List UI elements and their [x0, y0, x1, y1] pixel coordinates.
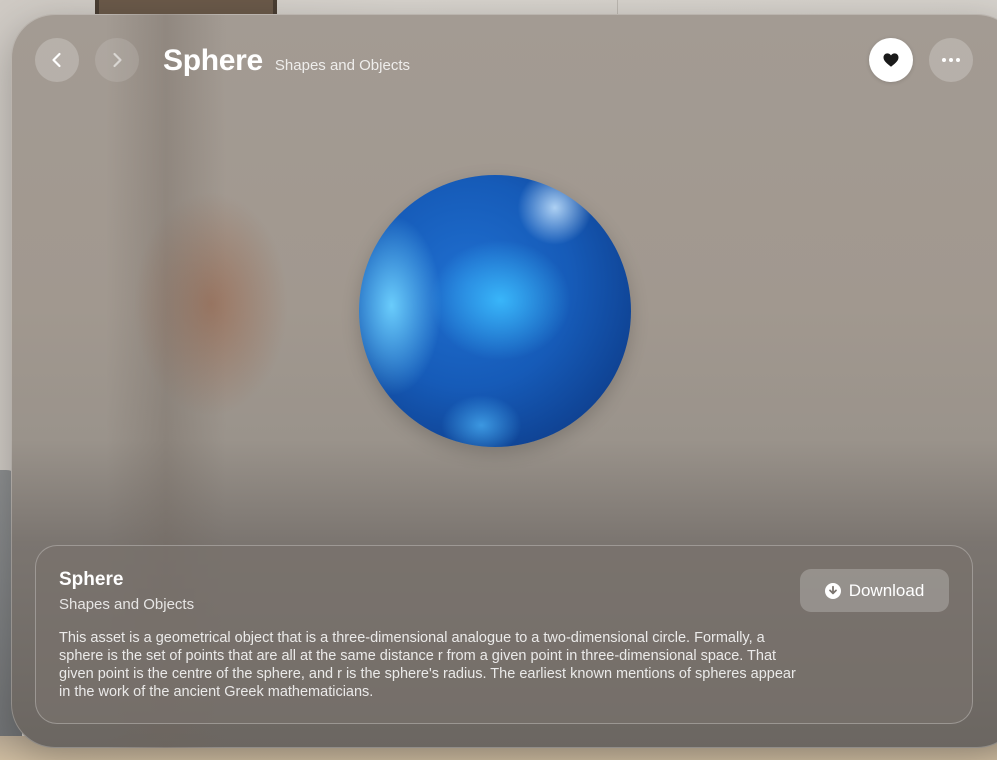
- ellipsis-icon: [942, 58, 960, 62]
- favorite-button[interactable]: [869, 38, 913, 82]
- sphere-3d-model[interactable]: [359, 175, 631, 447]
- background-wall-line: [617, 0, 618, 14]
- forward-button[interactable]: [95, 38, 139, 82]
- asset-info-card: Sphere Shapes and Objects This asset is …: [35, 545, 973, 724]
- download-label: Download: [848, 580, 925, 600]
- card-description: This asset is a geometrical object that …: [59, 630, 796, 700]
- more-options-button[interactable]: [929, 38, 973, 82]
- asset-viewer-window: Sphere Shapes and Objects Sphere Shapes …: [11, 14, 997, 748]
- background-cabinet: [95, 0, 277, 14]
- download-button[interactable]: Download: [800, 569, 949, 612]
- chevron-left-icon: [52, 52, 61, 68]
- heart-icon: [883, 53, 899, 67]
- page-title: Sphere: [163, 44, 263, 77]
- page-title-group: Sphere Shapes and Objects: [163, 44, 410, 78]
- page-subtitle: Shapes and Objects: [274, 57, 410, 74]
- download-circle-icon: [824, 582, 841, 599]
- card-subtitle: Shapes and Objects: [59, 596, 195, 613]
- back-button[interactable]: [35, 38, 79, 82]
- chevron-right-icon: [113, 52, 122, 68]
- card-title: Sphere: [59, 569, 124, 590]
